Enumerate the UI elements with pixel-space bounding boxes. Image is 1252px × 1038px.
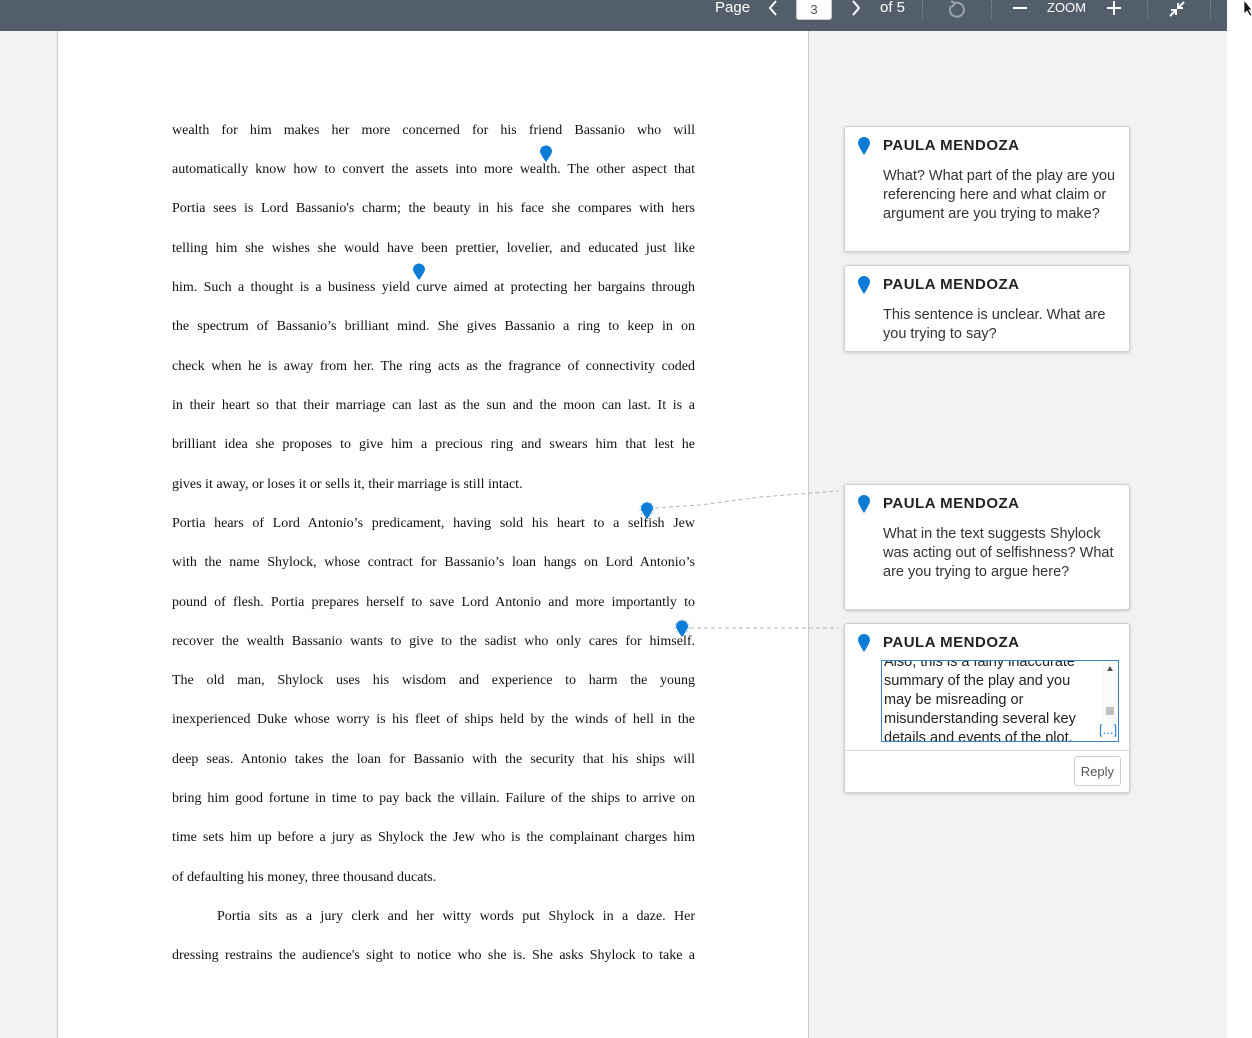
text-line: inexperienced Duke whose worry is his fl… — [172, 712, 695, 727]
page-label: Page — [715, 0, 751, 16]
text-line: pound of flesh. Portia prepares herself … — [172, 595, 695, 610]
comment-text: What? What part of the play are you refe… — [883, 168, 1116, 222]
comment-text: What in the text suggests Shylock was ac… — [883, 526, 1114, 580]
comment-card[interactable]: PAULA MENDOZA What? What part of the pla… — [844, 126, 1130, 252]
text-line: brilliant idea she proposes to give him … — [172, 437, 695, 452]
text-line: Portia sits as a jury clerk and her witt… — [217, 909, 695, 924]
comment-pin-icon — [858, 634, 870, 652]
text-line: deep seas. Antonio takes the loan for Ba… — [172, 752, 695, 767]
cursor-icon — [1244, 0, 1252, 16]
comment-pin-icon — [858, 276, 870, 294]
comment-text: This sentence is unclear. What are you t… — [883, 307, 1106, 342]
zoom-label: ZOOM — [1047, 0, 1086, 15]
text-line: the spectrum of Bassanio’s brilliant min… — [172, 319, 695, 334]
reply-button[interactable]: Reply — [1073, 756, 1121, 786]
scroll-edge — [1227, 0, 1252, 1038]
text-line: him. Such a thought is a business yield … — [172, 280, 695, 295]
rotate-icon[interactable] — [946, 0, 968, 20]
text-line: with the name Shylock, whose contract fo… — [172, 555, 695, 570]
text-line: in their heart so that their marriage ca… — [172, 398, 695, 413]
text-line: bring him good fortune in time to pay ba… — [172, 791, 695, 806]
collapse-icon[interactable] — [1166, 0, 1188, 20]
chevron-left-icon[interactable] — [763, 0, 785, 20]
comment-card[interactable]: PAULA MENDOZA This sentence is unclear. … — [844, 265, 1130, 352]
annotation-pin-icon[interactable] — [640, 502, 654, 520]
document-page: wealth for him makes her more concerned … — [57, 31, 809, 1038]
toolbar-separator — [1147, 0, 1148, 20]
text-line: telling him she wishes she would have be… — [172, 241, 695, 256]
text-line: check when he is away from her. The ring… — [172, 359, 695, 374]
text-line: automatically know how to convert the as… — [172, 162, 695, 177]
expand-comment-link[interactable]: [...] — [1099, 722, 1117, 737]
annotation-pin-icon[interactable] — [412, 263, 426, 281]
annotation-pin-icon[interactable] — [675, 620, 689, 638]
comment-pin-icon — [858, 495, 870, 513]
comment-author: PAULA MENDOZA — [883, 137, 1020, 154]
page-number-input[interactable] — [796, 0, 832, 20]
text-line: recover the wealth Bassanio wants to giv… — [172, 634, 695, 649]
comment-card-active[interactable]: PAULA MENDOZA Also, this is a fairly ina… — [844, 623, 1130, 793]
card-divider — [845, 750, 1129, 751]
text-line: of defaulting his money, three thousand … — [172, 870, 437, 885]
comment-author: PAULA MENDOZA — [883, 276, 1020, 293]
zoom-in-icon[interactable] — [1103, 0, 1125, 20]
toolbar-separator — [922, 0, 923, 20]
text-line: dressing restrains the audience's sight … — [172, 948, 695, 963]
text-line: Portia hears of Lord Antonio’s predicame… — [172, 516, 695, 531]
comment-card[interactable]: PAULA MENDOZA What in the text suggests … — [844, 484, 1130, 610]
text-line: time sets him up before a jury as Shyloc… — [172, 830, 695, 845]
comment-text: Also, this is a fairly inaccurate summar… — [884, 660, 1076, 742]
chevron-right-icon[interactable] — [845, 0, 867, 20]
text-line: wealth for him makes her more concerned … — [172, 123, 695, 138]
text-line: The old man, Shylock uses his wisdom and… — [172, 673, 695, 688]
zoom-out-icon[interactable] — [1009, 0, 1031, 20]
text-line: Portia sees is Lord Bassanio's charm; th… — [172, 201, 695, 216]
comment-author: PAULA MENDOZA — [883, 634, 1020, 651]
comment-author: PAULA MENDOZA — [883, 495, 1020, 512]
comment-pin-icon — [858, 137, 870, 155]
toolbar-separator — [991, 0, 992, 20]
text-line: gives it away, or loses it or sells it, … — [172, 477, 523, 492]
toolbar-separator — [1210, 0, 1211, 20]
viewer-toolbar: Page of 5 ZOOM — [0, 0, 1227, 31]
comment-editor[interactable]: Also, this is a fairly inaccurate summar… — [881, 660, 1119, 742]
page-count-label: of 5 — [880, 0, 906, 16]
annotation-pin-icon[interactable] — [539, 145, 553, 163]
